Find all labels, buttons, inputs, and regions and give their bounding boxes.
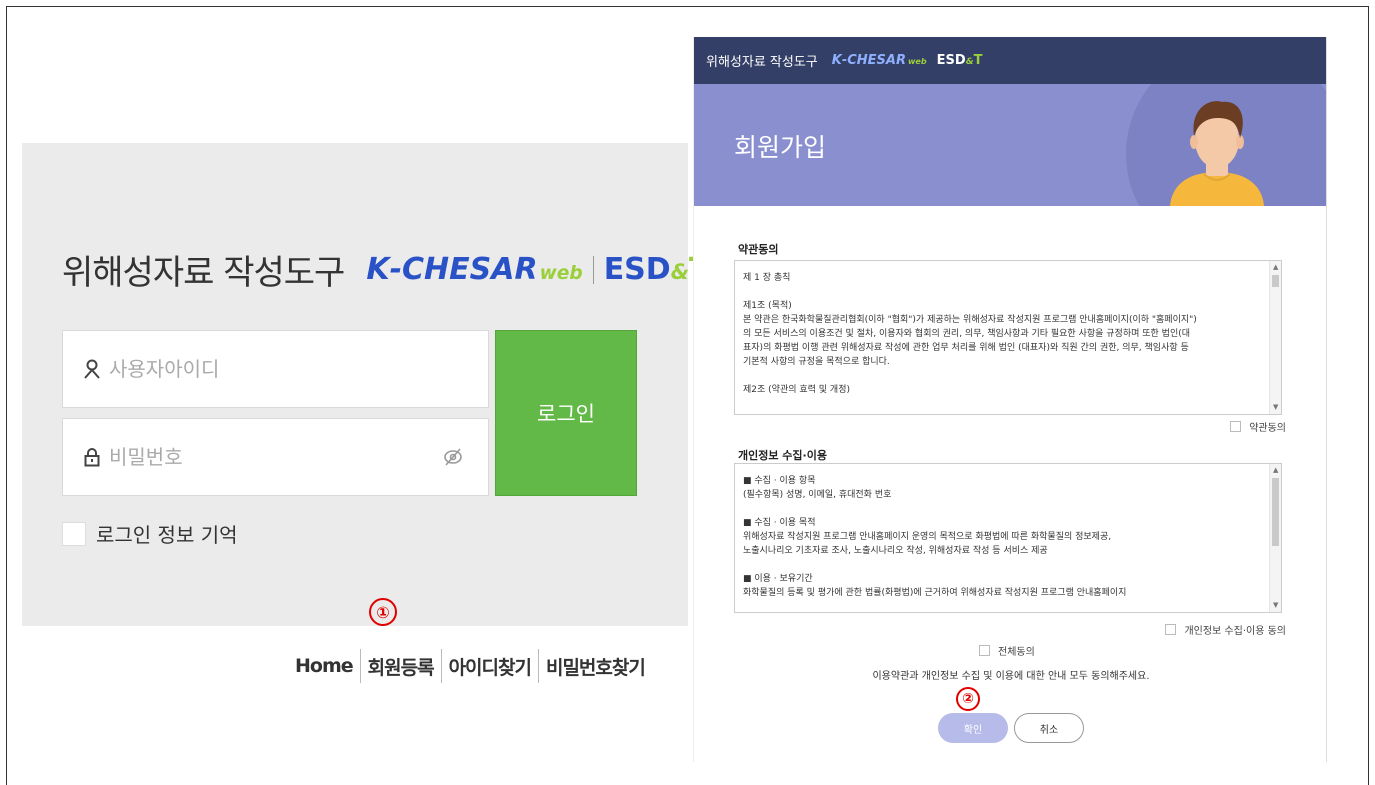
agree-all-checkbox[interactable]: [979, 645, 990, 656]
terms-line: 제2조 (약관의 효력 및 개정): [743, 385, 850, 395]
privacy-textbox[interactable]: ■ 수집 · 이용 항목 (필수항목) 성명, 이메일, 휴대전화 번호 ■ 수…: [734, 463, 1282, 613]
remember-login-option[interactable]: 로그인 정보 기억: [62, 519, 238, 548]
privacy-scrollbar[interactable]: ▲ ▼: [1269, 464, 1281, 612]
privacy-line: ■ 이용 · 보유기간: [743, 574, 813, 584]
remember-label: 로그인 정보 기억: [96, 523, 238, 547]
k-chesar-logo-small: K -CHESAR web ESD & T: [831, 53, 983, 68]
privacy-line: 화학물질의 등록 및 평가에 관한 법률(화평법)에 근거하여 위해성자료 작성…: [743, 588, 1127, 598]
privacy-line: ■ 수집 · 이용 항목: [743, 476, 816, 486]
banner-title: 회원가입: [734, 133, 827, 162]
step-marker-2: ②: [956, 687, 980, 711]
terms-scrollbar[interactable]: ▲ ▼: [1269, 261, 1281, 414]
privacy-line: 노출시나리오 기초자료 조사, 노출시나리오 작성, 위해성자료 작성 등 서비…: [743, 546, 1048, 556]
agree-all-label: 전체동의: [998, 647, 1035, 658]
user-id-input[interactable]: [109, 357, 439, 381]
password-field[interactable]: [62, 418, 489, 496]
terms-textbox[interactable]: 제 1 장 총칙 제1조 (목적) 본 약관은 한국화학물질관리협회(이하 "협…: [734, 260, 1282, 415]
signup-window: 위해성자료 작성도구 K -CHESAR web ESD & T 회원가입 약관동의 제…: [693, 37, 1327, 762]
terms-line: 의 모든 서비스의 이용조건 및 절차, 이용자와 협회의 권리, 의무, 책임…: [743, 329, 1191, 339]
agree-all-option[interactable]: 전체동의: [979, 643, 1035, 658]
user-id-field[interactable]: [62, 330, 489, 408]
avatar: [1170, 101, 1264, 206]
terms-line: 기본적 사항의 규정을 목적으로 합니다.: [743, 357, 890, 367]
agreement-notice: 이용약관과 개인정보 수집 및 이용에 대한 안내 모두 동의해주세요.: [872, 671, 1150, 682]
find-password-link[interactable]: 비밀번호찾기: [546, 653, 646, 680]
home-link[interactable]: Home: [295, 655, 354, 677]
terms-agree-option[interactable]: 약관동의: [1230, 419, 1286, 434]
password-input[interactable]: [109, 445, 439, 469]
k-chesar-logo: K-CHESARweb ESD&T: [366, 252, 709, 287]
lock-icon: [83, 446, 101, 468]
signup-banner: 회원가입: [694, 84, 1326, 206]
terms-line: 제 1 장 총칙: [743, 273, 791, 283]
privacy-line: (필수항목) 성명, 이메일, 휴대전화 번호: [743, 490, 892, 500]
privacy-section-title: 개인정보 수집·이용: [738, 449, 827, 462]
login-title: 위해성자료 작성도구: [62, 253, 345, 293]
signup-topbar: 위해성자료 작성도구 K -CHESAR web ESD & T: [694, 37, 1326, 84]
privacy-line: 위해성자료 작성지원 프로그램 안내홈페이지 운영의 목적으로 화평법에 따른 …: [743, 532, 1112, 542]
cancel-button[interactable]: 취소: [1014, 713, 1084, 743]
login-header: 위해성자료 작성도구 K-CHESARweb ESD&T: [62, 245, 710, 294]
find-id-link[interactable]: 아이디찾기: [449, 653, 532, 680]
confirm-button[interactable]: 확인: [938, 713, 1008, 743]
login-button[interactable]: 로그인: [495, 330, 637, 496]
terms-section-title: 약관동의: [738, 243, 779, 256]
step-marker-1: ①: [369, 598, 397, 626]
privacy-agree-option[interactable]: 개인정보 수집·이용 동의: [1165, 622, 1286, 637]
register-link[interactable]: 회원등록: [368, 653, 435, 680]
privacy-agree-label: 개인정보 수집·이용 동의: [1184, 626, 1286, 637]
bottom-links: Home 회원등록 아이디찾기 비밀번호찾기: [295, 648, 646, 684]
remember-checkbox[interactable]: [62, 521, 86, 546]
terms-line: 제1조 (목적): [743, 301, 792, 311]
terms-agree-checkbox[interactable]: [1230, 421, 1242, 432]
terms-line: 표자)의 화평법 이행 관련 위해성자료 작성에 관한 업무 처리를 위해 법인…: [743, 343, 1189, 353]
terms-line: 본 약관은 한국화학물질관리협회(이하 "협회")가 제공하는 위해성자료 작성…: [743, 315, 1197, 325]
user-icon: [83, 358, 101, 380]
terms-agree-label: 약관동의: [1249, 423, 1286, 434]
topbar-title: 위해성자료 작성도구: [706, 55, 818, 70]
privacy-agree-checkbox[interactable]: [1165, 624, 1177, 635]
eye-off-icon[interactable]: [442, 446, 464, 468]
privacy-line: ■ 수집 · 이용 목적: [743, 518, 816, 528]
